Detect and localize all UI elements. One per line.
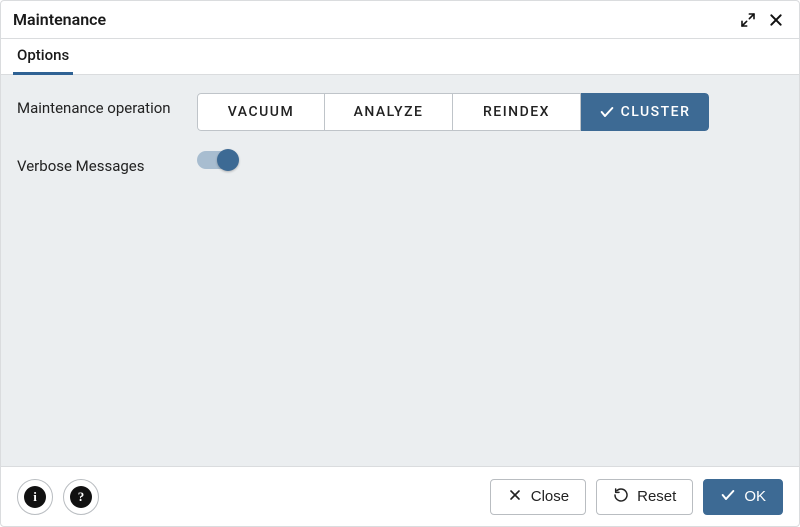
- maintenance-dialog: Maintenance Options Maintenance operatio…: [0, 0, 800, 527]
- toggle-knob: [217, 149, 239, 171]
- ok-button[interactable]: OK: [703, 479, 783, 515]
- row-verbose: Verbose Messages: [17, 151, 783, 176]
- tab-options[interactable]: Options: [13, 38, 73, 75]
- tab-bar: Options: [1, 39, 799, 75]
- expand-icon[interactable]: [737, 9, 759, 31]
- operation-analyze[interactable]: ANALYZE: [325, 93, 453, 131]
- verbose-toggle[interactable]: [197, 151, 237, 169]
- operation-cluster[interactable]: CLUSTER: [581, 93, 709, 131]
- dialog-footer: i ? Close Reset: [1, 466, 799, 526]
- operation-reindex[interactable]: REINDEX: [453, 93, 581, 131]
- operation-label: Maintenance operation: [17, 93, 197, 118]
- operation-vacuum-label: VACUUM: [228, 104, 294, 120]
- operation-reindex-label: REINDEX: [483, 104, 550, 120]
- info-button[interactable]: i: [17, 479, 53, 515]
- close-button-label: Close: [531, 488, 569, 505]
- verbose-control: [197, 151, 783, 169]
- operation-control: VACUUM ANALYZE REINDEX: [197, 93, 783, 131]
- titlebar: Maintenance: [1, 1, 799, 39]
- verbose-label: Verbose Messages: [17, 151, 197, 176]
- check-icon: [599, 104, 615, 120]
- reset-button-label: Reset: [637, 488, 676, 505]
- close-button[interactable]: Close: [490, 479, 586, 515]
- operation-cluster-label: CLUSTER: [621, 104, 691, 120]
- dialog-title: Maintenance: [13, 10, 106, 29]
- row-operation: Maintenance operation VACUUM ANALYZE: [17, 93, 783, 131]
- operation-vacuum[interactable]: VACUUM: [197, 93, 325, 131]
- help-icon: ?: [70, 486, 92, 508]
- ok-button-label: OK: [744, 488, 766, 505]
- reset-button[interactable]: Reset: [596, 479, 693, 515]
- operation-segmented: VACUUM ANALYZE REINDEX: [197, 93, 709, 131]
- help-button[interactable]: ?: [63, 479, 99, 515]
- tab-label: Options: [17, 46, 69, 64]
- x-icon: [507, 487, 523, 507]
- operation-analyze-label: ANALYZE: [354, 104, 424, 120]
- dialog-body: Maintenance operation VACUUM ANALYZE: [1, 75, 799, 466]
- reset-icon: [613, 487, 629, 507]
- check-icon: [720, 487, 736, 507]
- close-icon[interactable]: [765, 9, 787, 31]
- info-icon: i: [24, 486, 46, 508]
